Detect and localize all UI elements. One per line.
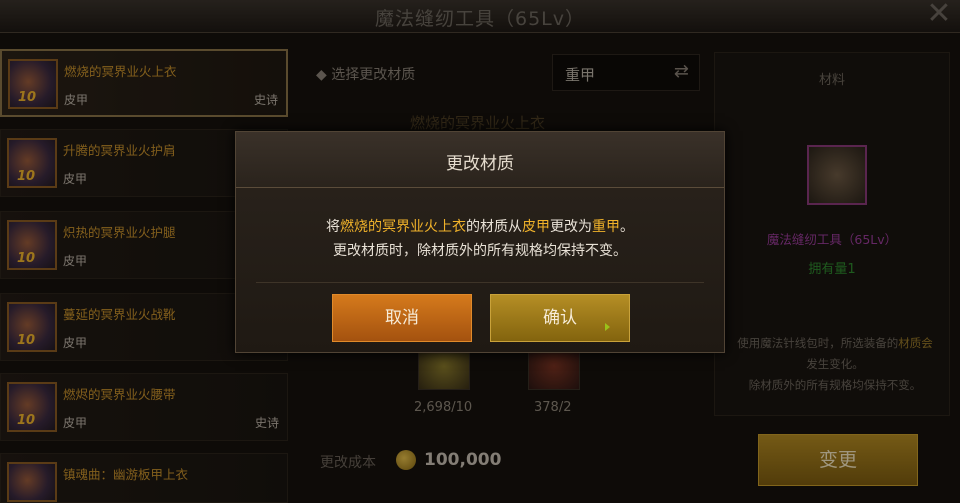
item-highlight: 燃烧的冥界业火上衣 [340,219,466,235]
dialog-note: 更改材质时，除材质外的所有规格均保持不变。 [333,243,627,259]
dialog-divider [256,282,704,283]
mouse-cursor-icon [605,323,610,331]
cancel-button[interactable]: 取消 [332,294,472,342]
dialog-message: 将燃烧的冥界业火上衣的材质从皮甲更改为重甲。 [326,219,634,235]
to-material: 重甲 [592,219,620,235]
from-material: 皮甲 [522,219,550,235]
dialog-title-bar: 更改材质 [236,132,724,188]
dialog-title: 更改材质 [446,154,514,174]
change-material-dialog: 更改材质 将燃烧的冥界业火上衣的材质从皮甲更改为重甲。 更改材质时，除材质外的所… [235,131,725,353]
confirm-button[interactable]: 确认 [490,294,630,342]
